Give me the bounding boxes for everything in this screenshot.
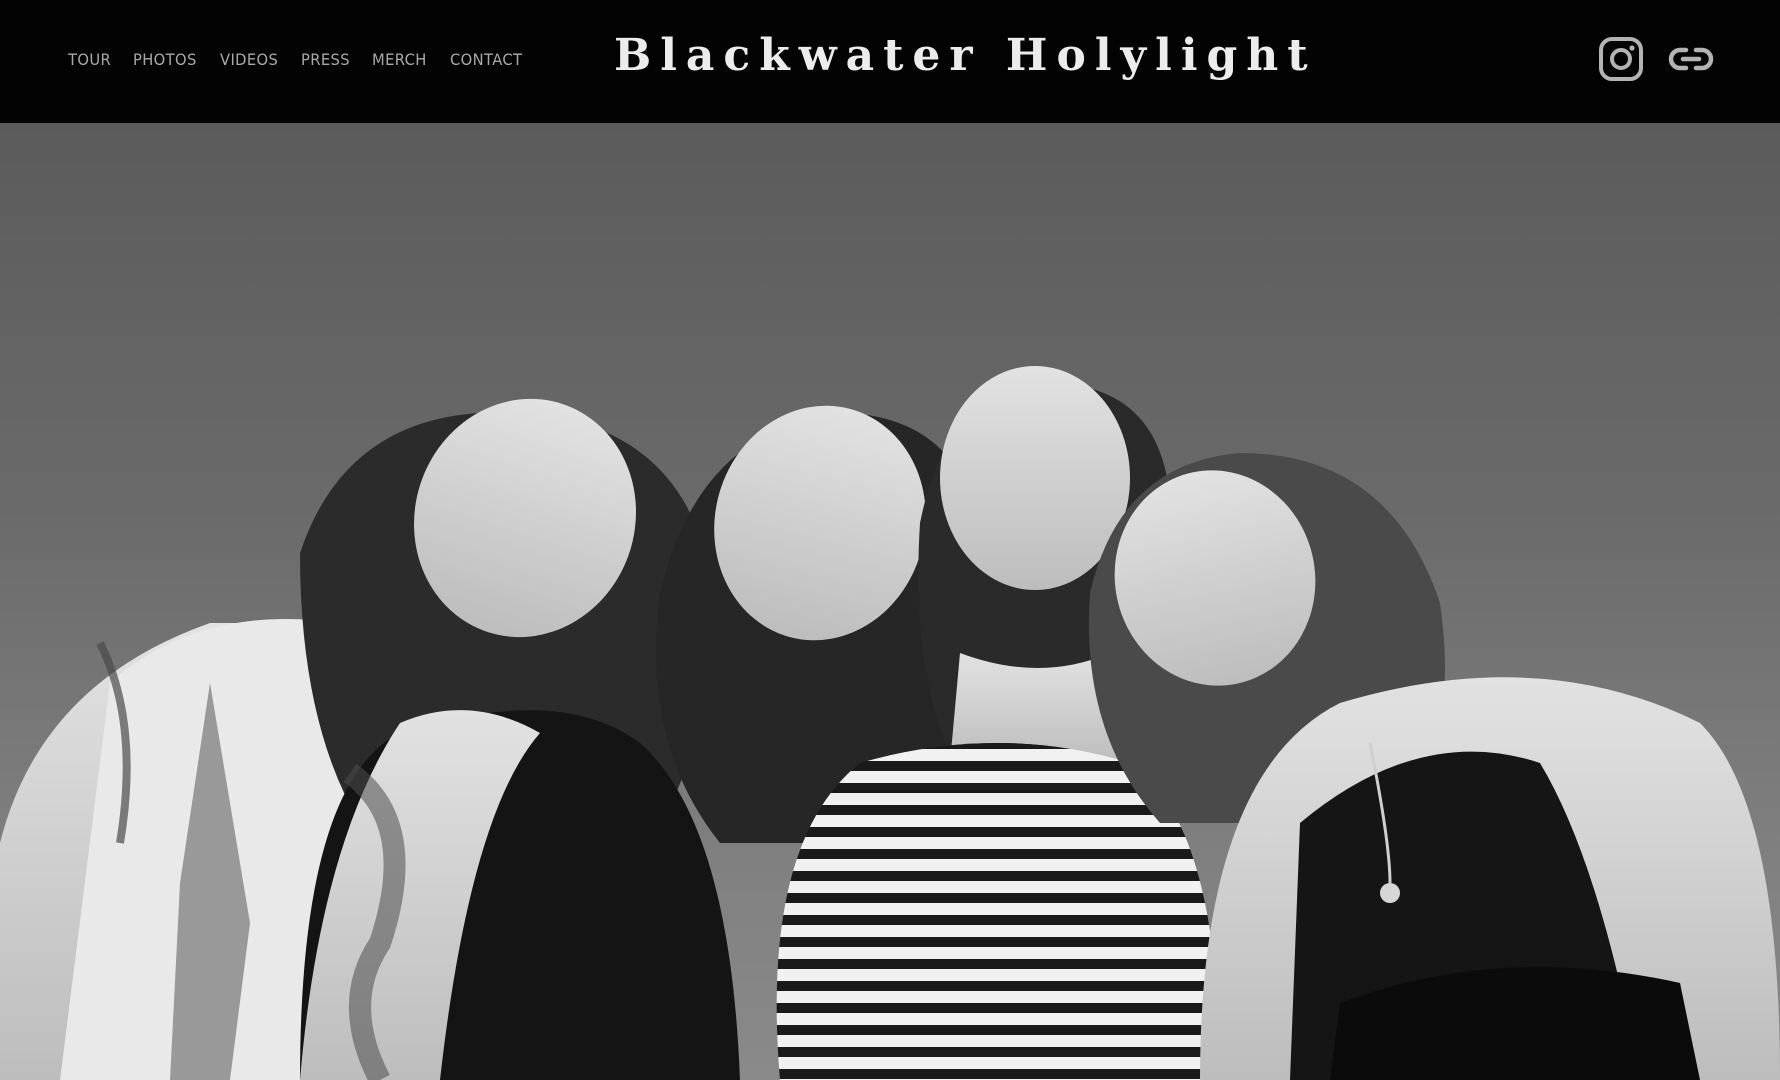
- nav-merch-link[interactable]: MERCH: [372, 50, 427, 69]
- band-photo-illustration: [0, 366, 1780, 1080]
- link-icon[interactable]: [1668, 36, 1714, 82]
- hero-photo: [0, 123, 1780, 1080]
- main-nav: TOUR PHOTOS VIDEOS PRESS MERCH CONTACT: [68, 0, 529, 118]
- nav-press-link[interactable]: PRESS: [301, 50, 350, 69]
- nav-contact-link[interactable]: CONTACT: [450, 50, 522, 69]
- site-header: TOUR PHOTOS VIDEOS PRESS MERCH CONTACT B…: [0, 0, 1780, 123]
- site-logo[interactable]: Blackwater Holylight: [614, 26, 1308, 86]
- nav-videos-link[interactable]: VIDEOS: [220, 50, 278, 69]
- social-links: [1598, 36, 1714, 82]
- nav-photos-link[interactable]: PHOTOS: [133, 50, 197, 69]
- nav-tour-link[interactable]: TOUR: [68, 50, 111, 69]
- instagram-icon[interactable]: [1598, 36, 1644, 82]
